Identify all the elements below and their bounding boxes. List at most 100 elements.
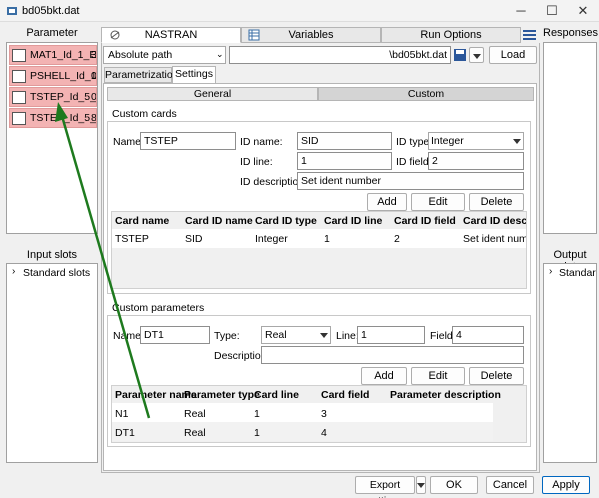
input-slots-tree[interactable]: › Standard slots — [6, 263, 98, 463]
parameter-label: TSTEP_Id_5_DT1 — [30, 91, 96, 103]
parameter-label: PSHELL_Id_1_T — [30, 70, 97, 82]
chevron-right-icon[interactable]: › — [549, 266, 552, 277]
column-header[interactable]: Parameter type — [184, 389, 260, 401]
table-cell: Real — [184, 408, 206, 420]
column-header[interactable]: Card name — [115, 215, 169, 227]
table-cell: Set ident number — [463, 233, 527, 245]
parameter-value: 3 — [91, 49, 97, 61]
parameter-item[interactable]: MAT1_Id_1_E 3 — [9, 45, 97, 65]
table-cell: 4 — [321, 427, 327, 439]
param-description-field[interactable] — [261, 346, 524, 364]
id-description-field[interactable]: Set ident number — [297, 172, 524, 190]
tree-item-standard[interactable]: Standard — [559, 267, 596, 279]
parameter-label: MAT1_Id_1_E — [30, 49, 97, 61]
table-cell: 1 — [254, 408, 260, 420]
column-header[interactable]: Parameter description — [390, 389, 501, 401]
chevron-down-icon — [513, 139, 521, 144]
table-cell: 3 — [321, 408, 327, 420]
column-header[interactable]: Card ID line — [324, 215, 382, 227]
id-type-value: Integer — [431, 135, 464, 147]
responses-list[interactable] — [543, 42, 597, 234]
id-name-field[interactable]: SID — [297, 132, 392, 150]
export-dropdown-button[interactable] — [416, 476, 426, 494]
chevron-right-icon[interactable]: › — [12, 266, 15, 277]
param-field-field[interactable]: 4 — [452, 326, 524, 344]
add-parameter-button[interactable]: Add — [361, 367, 407, 385]
table-cell: 1 — [324, 233, 330, 245]
edit-card-button[interactable]: Edit — [411, 193, 465, 211]
tab-custom[interactable]: Custom — [318, 87, 534, 101]
parameter-icon — [12, 70, 26, 83]
card-name-field[interactable]: TSTEP — [140, 132, 236, 150]
tab-parametrization[interactable]: Parametrization — [104, 67, 179, 83]
id-type-label: ID type: — [396, 136, 433, 148]
save-icon[interactable] — [453, 46, 468, 64]
path-mode-select[interactable]: Absolute path ⌄ — [103, 46, 226, 64]
param-line-label: Line: — [336, 330, 359, 342]
parameter-icon — [12, 112, 26, 125]
table-cell: DT1 — [115, 427, 135, 439]
chevron-down-icon — [320, 333, 328, 338]
tab-label: NASTRAN — [144, 29, 198, 41]
custom-parameters-legend: Custom parameters — [112, 302, 205, 314]
id-type-select[interactable]: Integer — [428, 132, 524, 150]
param-line-field[interactable]: 1 — [357, 326, 425, 344]
cards-table[interactable]: Card name Card ID name Card ID type Card… — [111, 211, 527, 289]
id-line-field[interactable]: 1 — [297, 152, 392, 170]
minimize-button[interactable]: ─ — [506, 0, 536, 22]
parameter-icon — [12, 91, 26, 104]
param-name-field[interactable]: DT1 — [140, 326, 210, 344]
apply-button[interactable]: Apply — [542, 476, 590, 494]
custom-cards-legend: Custom cards — [112, 108, 177, 120]
delete-parameter-button[interactable]: Delete — [469, 367, 524, 385]
column-header[interactable]: Card ID type — [255, 215, 317, 227]
parameter-item[interactable]: TSTEP_Id_5_DT1 0 — [9, 87, 97, 107]
tab-settings[interactable]: Settings — [172, 66, 216, 83]
table-cell: Integer — [255, 233, 288, 245]
cancel-button[interactable]: Cancel — [486, 476, 534, 494]
tab-variables[interactable]: Variables — [241, 27, 381, 43]
table-cell: Real — [184, 427, 206, 439]
dropdown-button[interactable] — [469, 47, 484, 63]
path-file-field[interactable]: \bd05bkt.dat — [229, 46, 451, 64]
table-cell: 1 — [254, 427, 260, 439]
id-line-label: ID line: — [240, 156, 273, 168]
tree-item-standard-slots[interactable]: Standard slots — [23, 267, 90, 279]
column-header[interactable]: Card ID field — [394, 215, 456, 227]
parameter-item[interactable]: TSTEP_Id_5_N1 8 — [9, 108, 97, 128]
table-row[interactable]: DT1 Real 1 4 — [112, 422, 493, 441]
load-button[interactable]: Load — [489, 46, 537, 64]
parameter-item[interactable]: PSHELL_Id_1_T 0 — [9, 66, 97, 86]
ok-button[interactable]: OK — [430, 476, 478, 494]
export-settings-button[interactable]: Export settings — [355, 476, 415, 498]
add-card-button[interactable]: Add — [367, 193, 407, 211]
edit-parameter-button[interactable]: Edit — [411, 367, 465, 385]
column-header[interactable]: Card ID name — [185, 215, 253, 227]
table-cell: TSTEP — [115, 233, 149, 245]
delete-card-button[interactable]: Delete — [469, 193, 524, 211]
tab-label: Run Options — [420, 29, 482, 41]
table-row[interactable]: TSTEP SID Integer 1 2 Set ident number — [112, 229, 527, 248]
column-header[interactable]: Card ID descripti — [463, 215, 526, 227]
table-row[interactable]: N1 Real 1 3 — [112, 403, 493, 422]
parameter-icon — [12, 49, 26, 62]
column-header[interactable]: Card line — [254, 389, 299, 401]
tab-general[interactable]: General — [107, 87, 318, 101]
column-header[interactable]: Card field — [321, 389, 369, 401]
app-icon — [7, 7, 17, 15]
parameter-header: Parameter — [6, 27, 98, 41]
param-type-select[interactable]: Real — [261, 326, 331, 344]
title-bar: bd05bkt.dat ─ ☐ ✕ — [0, 0, 599, 22]
id-field-field[interactable]: 2 — [428, 152, 524, 170]
chevron-down-icon — [473, 54, 481, 59]
id-field-label: ID field: — [396, 156, 432, 168]
tab-run-options[interactable]: Run Options — [381, 27, 521, 43]
output-slots-header: Output slots — [543, 249, 597, 273]
tab-nastran[interactable]: NASTRAN — [101, 27, 241, 43]
output-slots-tree[interactable]: › Standard — [543, 263, 597, 463]
close-button[interactable]: ✕ — [568, 0, 598, 22]
maximize-button[interactable]: ☐ — [537, 0, 567, 22]
chevron-down-icon: ⌄ — [216, 49, 224, 59]
menu-icon[interactable] — [520, 27, 540, 43]
parameters-table[interactable]: Parameter name Parameter type Card line … — [111, 385, 527, 443]
